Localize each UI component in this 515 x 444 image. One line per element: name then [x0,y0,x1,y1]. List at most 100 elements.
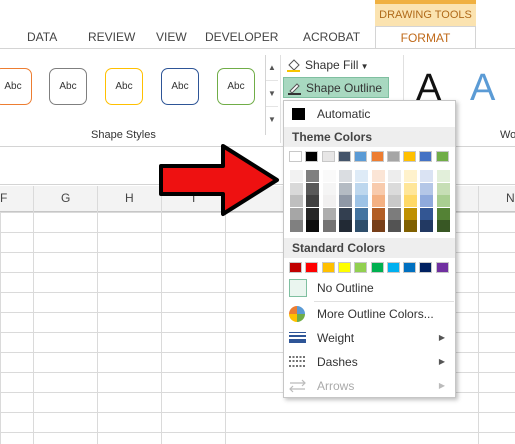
theme-color-shade[interactable] [436,170,450,182]
theme-color-shade[interactable] [436,207,450,220]
standard-color-swatch[interactable] [305,262,319,273]
tab-acrobat[interactable]: ACROBAT [303,30,360,44]
theme-color-shade[interactable] [404,207,418,220]
theme-color-swatch[interactable] [419,151,433,162]
theme-color-swatch[interactable] [435,151,449,162]
theme-color-shade[interactable] [355,170,369,182]
tab-review[interactable]: REVIEW [88,30,135,44]
theme-color-shade[interactable] [371,182,385,195]
theme-color-shade[interactable] [436,195,450,207]
gallery-up-icon[interactable]: ▲ [266,55,278,81]
standard-color-swatch[interactable] [435,262,449,273]
tab-developer[interactable]: DEVELOPER [205,30,278,44]
theme-color-shade[interactable] [338,220,352,232]
theme-color-shade[interactable] [387,170,401,182]
theme-color-shade[interactable] [322,220,336,232]
theme-color-shade[interactable] [404,220,418,232]
theme-color-swatch[interactable] [354,151,368,162]
tab-view[interactable]: VIEW [156,30,187,44]
shape-style-green[interactable]: Abc [217,68,255,105]
theme-color-shade[interactable] [290,182,303,195]
theme-color-shade[interactable] [322,182,336,195]
theme-color-shade[interactable] [404,182,418,195]
theme-color-shade[interactable] [387,195,401,207]
theme-color-shade[interactable] [322,207,336,220]
shape-outline-button[interactable]: Shape Outline ▼ [283,77,389,116]
theme-color-shade[interactable] [338,207,352,220]
theme-color-shade[interactable] [306,182,320,195]
dashes-item[interactable]: Dashes ▶ [284,351,455,373]
theme-color-shade[interactable] [371,220,385,232]
shape-style-gold[interactable]: Abc [105,68,143,105]
theme-color-shade[interactable] [387,207,401,220]
theme-color-shade[interactable] [371,195,385,207]
theme-color-shade[interactable] [306,195,320,207]
shape-style-gray[interactable]: Abc [49,68,87,105]
theme-color-shade[interactable] [387,220,401,232]
theme-color-shade[interactable] [355,220,369,232]
theme-color-swatch[interactable] [386,151,400,162]
standard-color-swatch[interactable] [337,262,351,273]
automatic-item[interactable]: Automatic [284,103,455,125]
theme-color-shade[interactable] [306,220,320,232]
theme-color-shade[interactable] [322,195,336,207]
standard-color-swatch[interactable] [403,262,417,273]
theme-color-shade[interactable] [290,170,303,182]
theme-color-shade[interactable] [420,220,434,232]
theme-color-shade[interactable] [355,207,369,220]
theme-color-shade[interactable] [338,170,352,182]
theme-color-swatch[interactable] [403,151,417,162]
shape-style-blue[interactable]: Abc [161,68,199,105]
theme-color-shade[interactable] [420,207,434,220]
grid-line [225,186,226,444]
theme-color-shade[interactable] [420,195,434,207]
theme-color-shade[interactable] [306,170,320,182]
column-header-g[interactable]: G [61,191,70,205]
gallery-scroll[interactable]: ▲ ▼ ▼ [265,55,278,135]
theme-color-shade[interactable] [420,170,434,182]
theme-color-shade[interactable] [420,182,434,195]
theme-color-shade[interactable] [355,182,369,195]
submenu-arrow-icon: ▶ [438,381,445,390]
standard-color-swatch[interactable] [386,262,400,273]
standard-color-swatch[interactable] [354,262,368,273]
tab-data[interactable]: DATA [27,30,57,44]
theme-color-shade[interactable] [338,182,352,195]
theme-color-shade[interactable] [338,195,352,207]
theme-color-shade[interactable] [436,220,450,232]
shape-style-orange[interactable]: Abc [0,68,32,105]
theme-color-shade[interactable] [322,170,336,182]
shape-styles-group-label: Shape Styles [91,129,156,141]
gallery-more-icon[interactable]: ▼ [266,107,278,133]
theme-color-shade[interactable] [306,207,320,220]
wordart-blue-a[interactable]: A [470,67,495,110]
column-header-n[interactable]: N [506,191,515,205]
more-outline-colors-item[interactable]: More Outline Colors... [284,303,455,325]
theme-color-swatch[interactable] [305,151,319,162]
theme-color-shade[interactable] [355,195,369,207]
standard-color-swatch[interactable] [289,262,302,273]
theme-color-shade[interactable] [290,195,303,207]
standard-color-swatch[interactable] [321,262,335,273]
theme-color-shade[interactable] [371,170,385,182]
theme-color-swatch[interactable] [337,151,351,162]
standard-color-swatch[interactable] [370,262,384,273]
gallery-down-icon[interactable]: ▼ [266,81,278,107]
theme-color-shade[interactable] [404,170,418,182]
theme-color-swatch[interactable] [321,151,335,162]
theme-color-swatch[interactable] [289,151,302,162]
column-header-f[interactable]: F [0,191,7,205]
column-header-h[interactable]: H [125,191,134,205]
theme-color-shade[interactable] [290,220,303,232]
weight-item[interactable]: Weight ▶ [284,327,455,349]
theme-color-shade[interactable] [404,195,418,207]
theme-color-swatch[interactable] [370,151,384,162]
tab-format[interactable]: FORMAT [375,26,476,50]
shape-fill-button[interactable]: Shape Fill ▼ [283,55,369,76]
theme-color-shade[interactable] [436,182,450,195]
theme-color-shade[interactable] [387,182,401,195]
no-outline-item[interactable]: No Outline [284,277,455,299]
standard-color-swatch[interactable] [419,262,433,273]
theme-color-shade[interactable] [371,207,385,220]
theme-color-shade[interactable] [290,207,303,220]
